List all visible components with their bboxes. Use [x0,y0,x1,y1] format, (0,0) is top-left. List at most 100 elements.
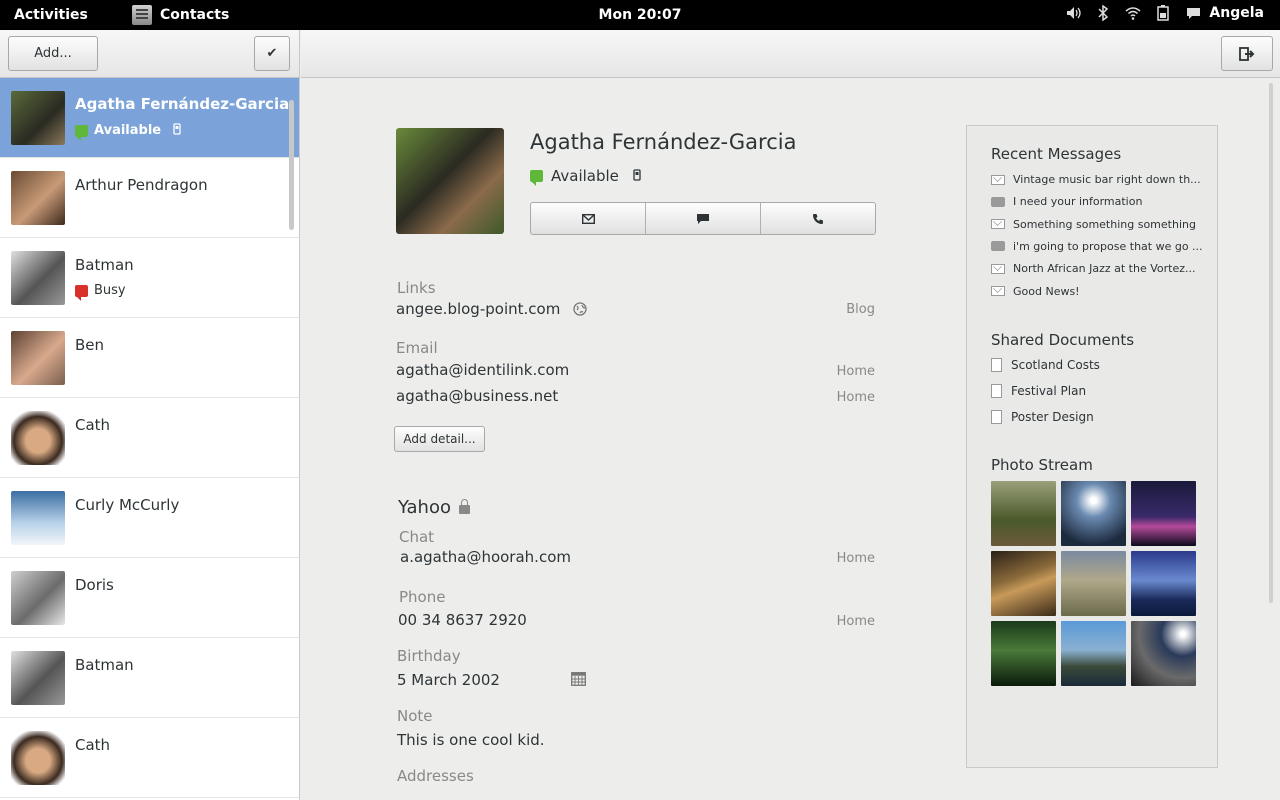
email-icon [581,213,595,224]
recent-message-item[interactable]: i'm going to propose that we go ... [991,240,1203,253]
chat-value[interactable]: a.agatha@hoorah.com [400,548,571,566]
contact-row[interactable]: Batman [0,638,299,718]
recent-message-item[interactable]: Something something something [991,218,1196,231]
phone-type: Home [836,614,875,629]
contact-avatar-thumb [11,651,65,705]
recent-message-item[interactable]: I need your information [991,195,1142,208]
contact-row[interactable]: Arthur Pendragon [0,158,299,238]
recent-message-text: Something something something [1013,217,1196,231]
mobile-phone-icon [633,168,641,184]
contacts-toolbar: Add... ✔ [0,30,299,78]
battery-icon[interactable] [1155,5,1171,21]
photo-stream-thumbnail[interactable] [1061,481,1126,546]
contact-avatar[interactable] [396,128,504,234]
chat-icon [991,241,1005,252]
bluetooth-icon[interactable] [1095,5,1111,21]
email-icon [991,286,1005,296]
chat-icon [697,213,709,224]
top-panel: Activities Contacts Mon 20:07 Angela [0,0,1280,30]
email-value-2[interactable]: agatha@business.net [396,387,558,405]
contact-avatar-thumb [11,571,65,625]
activities-button[interactable]: Activities [14,7,88,23]
contact-row[interactable]: Batman Busy [0,238,299,318]
contact-row[interactable]: Agatha Fernández-Garcia Available [0,78,299,158]
contact-row[interactable]: Doris [0,558,299,638]
link-value[interactable]: angee.blog-point.com [396,300,560,318]
contact-row-name: Curly McCurly [75,496,180,514]
contacts-pane: Add... ✔ Agatha Fernández-Garcia Availabl… [0,30,300,800]
send-email-button[interactable] [531,203,646,234]
contact-status-label: Available [551,167,619,185]
photo-stream-thumbnail[interactable] [1061,551,1126,616]
contact-row-status-label: Busy [94,283,126,298]
document-icon [991,410,1002,424]
add-detail-button[interactable]: Add detail... [394,426,485,452]
contact-row-name: Cath [75,736,111,754]
contact-avatar-thumb [11,91,65,145]
contact-row[interactable]: Cath [0,718,299,798]
shared-document-item[interactable]: Festival Plan [991,384,1086,398]
logout-button[interactable] [1221,36,1273,71]
recent-messages-heading: Recent Messages [991,145,1122,163]
photo-stream-thumbnail[interactable] [991,621,1056,686]
recent-message-item[interactable]: Good News! [991,285,1080,298]
activity-sidebar: Recent Messages Vintage music bar right … [966,125,1218,768]
note-value[interactable]: This is one cool kid. [397,731,545,749]
photo-stream-thumbnail[interactable] [1131,551,1196,616]
contact-row[interactable]: Cath [0,398,299,478]
photo-stream-thumbnail[interactable] [1131,481,1196,546]
photo-stream-thumbnail[interactable] [991,551,1056,616]
available-icon [75,124,88,141]
recent-message-item[interactable]: North African Jazz at the Vortez... [991,262,1196,275]
calendar-icon[interactable] [571,672,586,690]
recent-message-item[interactable]: Vintage music bar right down th... [991,173,1201,186]
email-icon [991,219,1005,230]
details-scrollbar[interactable] [1269,83,1273,603]
call-button[interactable] [761,203,875,234]
shared-document-item[interactable]: Poster Design [991,410,1094,424]
available-icon [530,170,543,186]
document-icon [991,358,1002,372]
addresses-label: Addresses [397,767,474,785]
contact-row-status: Available [75,123,181,141]
globe-icon[interactable] [573,302,587,320]
shared-document-item[interactable]: Scotland Costs [991,358,1100,372]
phone-value[interactable]: 00 34 8637 2920 [398,611,527,629]
wifi-icon[interactable] [1125,5,1141,21]
document-icon [991,384,1002,398]
volume-icon[interactable] [1065,5,1081,21]
chat-label: Chat [399,528,435,546]
contact-row-name: Ben [75,336,105,354]
email-value-1[interactable]: agatha@identilink.com [396,361,569,379]
contact-avatar-thumb [11,491,65,545]
chat-status-icon [1185,5,1201,21]
photo-stream-thumbnail[interactable] [1061,621,1126,686]
recent-message-text: Good News! [1013,284,1080,298]
start-chat-button[interactable] [646,203,761,234]
select-done-button[interactable]: ✔ [254,36,290,71]
birthday-label: Birthday [397,647,461,665]
contact-row-name: Batman [75,256,134,274]
contact-row[interactable]: Ben [0,318,299,398]
link-type: Blog [846,302,875,317]
photo-stream-thumbnail[interactable] [991,481,1056,546]
app-name: Contacts [160,7,230,23]
add-contact-button[interactable]: Add... [8,36,98,71]
contact-row-status: Busy [75,283,126,301]
contact-avatar-thumb [11,251,65,305]
user-menu[interactable]: Angela [1185,5,1264,21]
contact-actions [530,202,876,235]
contact-list-scrollbar[interactable] [289,100,294,230]
contact-name: Agatha Fernández-Garcia [530,130,797,154]
phone-icon [813,213,823,224]
contact-row[interactable]: Curly McCurly [0,478,299,558]
contact-avatar-thumb [11,171,65,225]
birthday-value[interactable]: 5 March 2002 [397,671,500,689]
photo-stream-thumbnail[interactable] [1131,621,1196,686]
app-menu[interactable]: Contacts [132,5,229,25]
mobile-phone-icon [173,123,181,138]
lock-icon [458,499,470,514]
recent-message-text: Vintage music bar right down th... [1013,173,1201,186]
contact-details: Agatha Fernández-Garcia Available Links … [301,78,1280,800]
status-area: Angela [1065,5,1264,21]
